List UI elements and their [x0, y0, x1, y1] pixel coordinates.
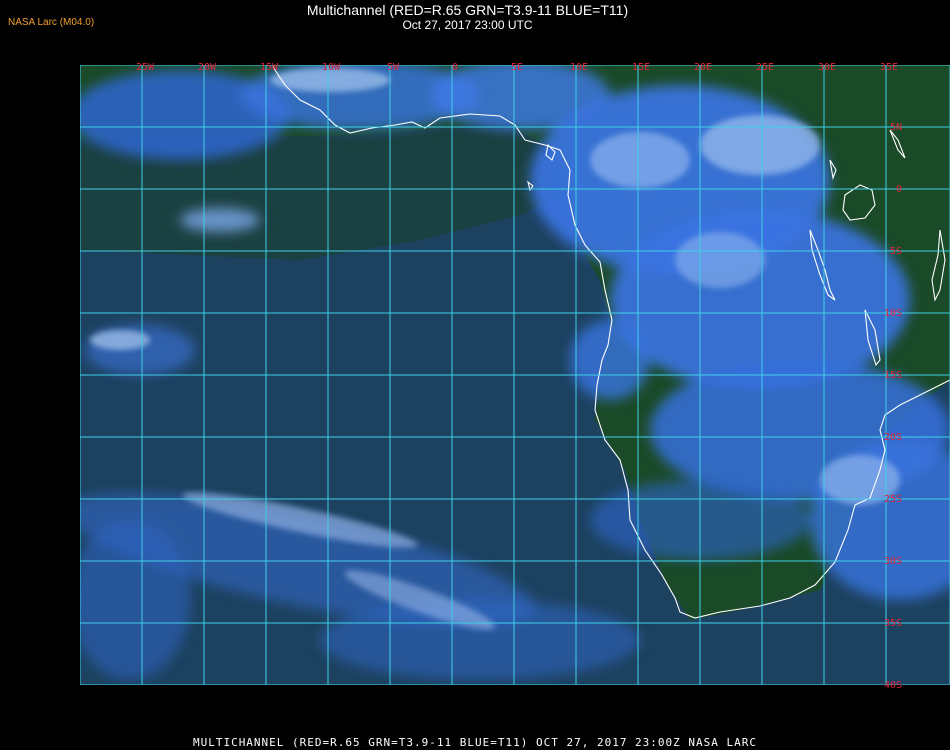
longitude-label: 35E [880, 62, 898, 73]
latitude-label: 0 [896, 184, 902, 195]
footer-caption: MULTICHANNEL (RED=R.65 GRN=T3.9-11 BLUE=… [192, 736, 758, 749]
longitude-label: 25E [756, 62, 774, 73]
latitude-label: 30S [884, 556, 902, 567]
latitude-label: 10S [884, 308, 902, 319]
longitude-label: 15W [260, 62, 279, 73]
latitude-label: 20S [884, 432, 902, 443]
longitude-label: 15E [632, 62, 650, 73]
latitude-label: 5N [890, 122, 902, 133]
longitude-label: 20W [198, 62, 217, 73]
longitude-label: 25W [136, 62, 155, 73]
longitude-label: 30E [818, 62, 836, 73]
longitude-label: 10W [322, 62, 341, 73]
satellite-map: 25W 20W 15W 10W 5W 0 5E 10E 15E 20E 25E 30E 35E 5N 0 5… [80, 62, 950, 727]
latitude-label: 40S [884, 680, 902, 691]
latitude-label: 15S [884, 370, 902, 381]
longitude-label: 20E [694, 62, 712, 73]
latitude-label: 25S [884, 494, 902, 505]
longitude-label: 0 [452, 62, 458, 73]
latitude-label: 5S [890, 246, 902, 257]
latitude-label: 35S [884, 618, 902, 629]
longitude-label: 5W [387, 62, 400, 73]
longitude-label: 10E [570, 62, 588, 73]
longitude-label: 5E [511, 62, 523, 73]
